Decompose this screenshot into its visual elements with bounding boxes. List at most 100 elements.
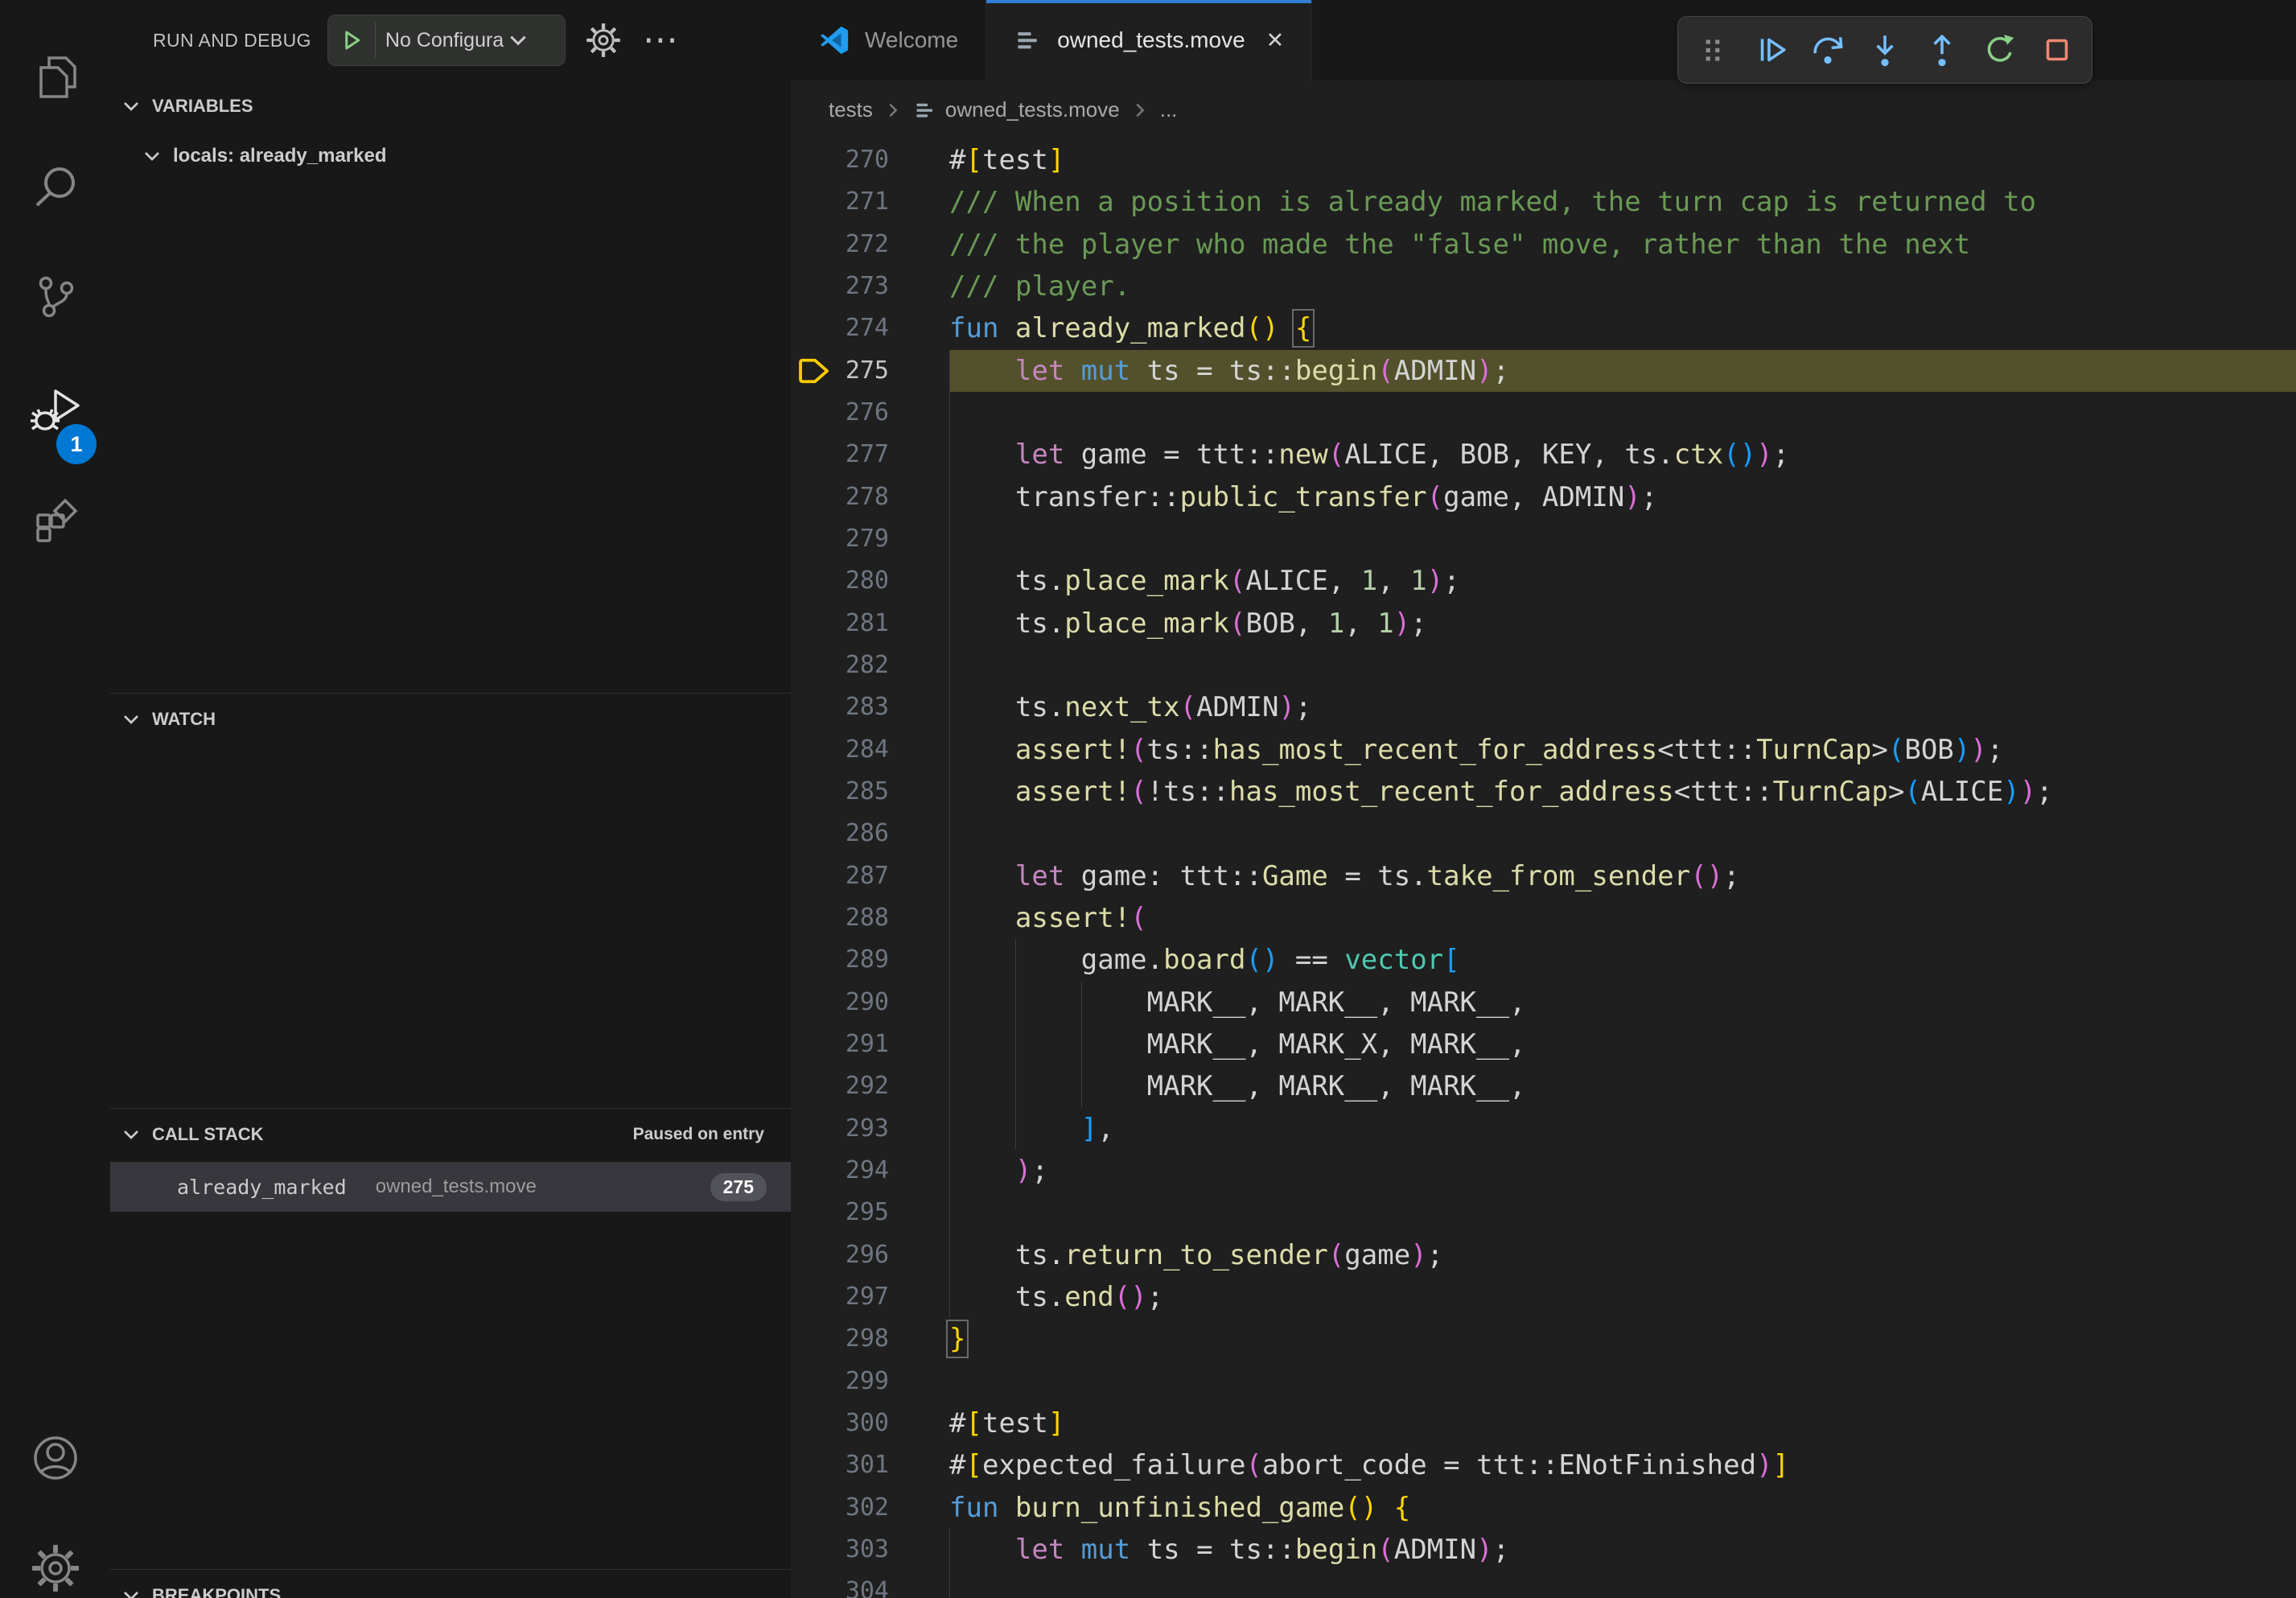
code-line[interactable]: 286 xyxy=(791,813,2296,855)
restart-button[interactable] xyxy=(1977,27,2022,72)
code-line-content[interactable]: let game = ttt::new(ALICE, BOB, KEY, ts.… xyxy=(949,434,2296,476)
code-line[interactable]: 273/// player. xyxy=(791,266,2296,307)
code-line-content[interactable]: #[test] xyxy=(949,1402,2296,1444)
code-line[interactable]: 296 ts.return_to_sender(game); xyxy=(791,1234,2296,1276)
debug-settings-gear-icon[interactable] xyxy=(585,22,622,59)
line-number[interactable]: 300 xyxy=(791,1402,949,1444)
line-number[interactable]: 303 xyxy=(791,1529,949,1571)
line-number[interactable]: 276 xyxy=(791,392,949,434)
line-number[interactable]: 293 xyxy=(791,1108,949,1150)
code-line[interactable]: 271/// When a position is already marked… xyxy=(791,181,2296,223)
code-line-content[interactable]: ); xyxy=(949,1150,2296,1192)
code-line[interactable]: 294 ); xyxy=(791,1150,2296,1192)
breadcrumb-folder[interactable]: tests xyxy=(829,97,873,122)
code-editor[interactable]: 270#[test]271/// When a position is alre… xyxy=(791,139,2296,1598)
line-number[interactable]: 299 xyxy=(791,1361,949,1402)
call-stack-header[interactable]: CALL STACK Paused on entry xyxy=(110,1109,791,1160)
code-line-content[interactable]: assert!(!ts::has_most_recent_for_address… xyxy=(949,771,2296,813)
code-line[interactable]: 295 xyxy=(791,1192,2296,1234)
watch-header[interactable]: WATCH xyxy=(110,694,791,745)
code-line[interactable]: 301#[expected_failure(abort_code = ttt::… xyxy=(791,1444,2296,1486)
code-line-content[interactable]: ts.next_tx(ADMIN); xyxy=(949,686,2296,728)
code-line[interactable]: 282 xyxy=(791,645,2296,686)
code-line-content[interactable] xyxy=(949,1192,2296,1234)
configuration-dropdown[interactable]: No Configura xyxy=(385,29,512,52)
code-line-content[interactable]: fun already_marked() { xyxy=(949,307,2296,349)
code-line-content[interactable] xyxy=(949,645,2296,686)
code-line[interactable]: 290 MARK__, MARK__, MARK__, xyxy=(791,982,2296,1023)
line-number[interactable]: 284 xyxy=(791,729,949,771)
more-actions-icon[interactable]: ⋯ xyxy=(643,24,679,56)
line-number[interactable]: 285 xyxy=(791,771,949,813)
activity-item-extensions[interactable] xyxy=(0,477,110,566)
start-debugging-icon[interactable] xyxy=(328,28,375,52)
line-number[interactable]: 295 xyxy=(791,1192,949,1234)
code-line-content[interactable]: let game: ttt::Game = ts.take_from_sende… xyxy=(949,855,2296,897)
code-line[interactable]: 287 let game: ttt::Game = ts.take_from_s… xyxy=(791,855,2296,897)
code-line-content[interactable] xyxy=(949,1571,2296,1598)
step-out-button[interactable] xyxy=(1920,27,1965,72)
code-line-content[interactable] xyxy=(949,1361,2296,1402)
code-line-content[interactable]: #[expected_failure(abort_code = ttt::ENo… xyxy=(949,1444,2296,1486)
line-number[interactable]: 304 xyxy=(791,1571,949,1598)
step-over-button[interactable] xyxy=(1805,27,1850,72)
line-number[interactable]: 273 xyxy=(791,266,949,307)
code-line[interactable]: 288 assert!( xyxy=(791,897,2296,939)
code-line[interactable]: 280 ts.place_mark(ALICE, 1, 1); xyxy=(791,560,2296,602)
line-number[interactable]: 288 xyxy=(791,897,949,939)
code-line-content[interactable]: ts.place_mark(BOB, 1, 1); xyxy=(949,603,2296,645)
code-line[interactable]: 279 xyxy=(791,518,2296,560)
code-line-content[interactable]: MARK__, MARK__, MARK__, xyxy=(949,982,2296,1023)
code-line[interactable]: 298} xyxy=(791,1318,2296,1360)
code-line-content[interactable]: game.board() == vector[ xyxy=(949,939,2296,981)
line-number[interactable]: 294 xyxy=(791,1150,949,1192)
line-number[interactable]: 289 xyxy=(791,939,949,981)
step-into-button[interactable] xyxy=(1862,27,1907,72)
close-icon[interactable]: ✕ xyxy=(1266,28,1285,53)
line-number[interactable]: 298 xyxy=(791,1318,949,1360)
code-line[interactable]: 292 MARK__, MARK__, MARK__, xyxy=(791,1065,2296,1107)
code-line[interactable]: 293 ], xyxy=(791,1108,2296,1150)
code-line[interactable]: 276 xyxy=(791,392,2296,434)
debug-configuration-button[interactable]: No Configura xyxy=(327,14,566,66)
code-line[interactable]: 270#[test] xyxy=(791,139,2296,181)
line-number[interactable]: 272 xyxy=(791,224,949,266)
code-line[interactable]: 284 assert!(ts::has_most_recent_for_addr… xyxy=(791,729,2296,771)
line-number[interactable]: 296 xyxy=(791,1234,949,1276)
code-line-content[interactable]: MARK__, MARK__, MARK__, xyxy=(949,1065,2296,1107)
code-line[interactable]: 285 assert!(!ts::has_most_recent_for_add… xyxy=(791,771,2296,813)
line-number[interactable]: 290 xyxy=(791,982,949,1023)
tab-owned-tests-move[interactable]: owned_tests.move ✕ xyxy=(986,0,1312,80)
code-line-content[interactable]: #[test] xyxy=(949,139,2296,181)
code-line-content[interactable]: MARK__, MARK_X, MARK__, xyxy=(949,1023,2296,1065)
line-number[interactable]: 270 xyxy=(791,139,949,181)
code-line[interactable]: 277 let game = ttt::new(ALICE, BOB, KEY,… xyxy=(791,434,2296,476)
activity-item-explorer[interactable] xyxy=(0,33,110,121)
breadcrumb-file[interactable]: owned_tests.move xyxy=(945,97,1120,122)
stop-button[interactable] xyxy=(2035,27,2080,72)
line-number[interactable]: 282 xyxy=(791,645,949,686)
code-line[interactable]: 281 ts.place_mark(BOB, 1, 1); xyxy=(791,603,2296,645)
code-line-content[interactable]: let mut ts = ts::begin(ADMIN); xyxy=(949,1529,2296,1571)
variables-header[interactable]: VARIABLES xyxy=(110,80,791,132)
line-number[interactable]: 279 xyxy=(791,518,949,560)
code-line-content[interactable]: ts.place_mark(ALICE, 1, 1); xyxy=(949,560,2296,602)
line-number[interactable]: 286 xyxy=(791,813,949,855)
code-line-content[interactable]: ts.return_to_sender(game); xyxy=(949,1234,2296,1276)
code-line[interactable]: 283 ts.next_tx(ADMIN); xyxy=(791,686,2296,728)
call-stack-frame[interactable]: already_marked owned_tests.move 275 xyxy=(110,1162,791,1212)
code-line[interactable]: 272/// the player who made the "false" m… xyxy=(791,224,2296,266)
line-number[interactable]: 297 xyxy=(791,1276,949,1318)
activity-item-run-and-debug[interactable]: 1 xyxy=(0,366,110,455)
activity-item-account[interactable] xyxy=(0,1414,110,1502)
line-number[interactable]: 280 xyxy=(791,560,949,602)
variables-scope-locals[interactable]: locals: already_marked xyxy=(110,132,791,180)
code-line-content[interactable]: assert!( xyxy=(949,897,2296,939)
code-line-content[interactable] xyxy=(949,518,2296,560)
line-number[interactable]: 292 xyxy=(791,1065,949,1107)
line-number[interactable]: 302 xyxy=(791,1487,949,1529)
code-line[interactable]: 297 ts.end(); xyxy=(791,1276,2296,1318)
line-number[interactable]: 278 xyxy=(791,476,949,518)
breakpoints-header[interactable]: BREAKPOINTS xyxy=(110,1570,791,1598)
code-line[interactable]: 303 let mut ts = ts::begin(ADMIN); xyxy=(791,1529,2296,1571)
